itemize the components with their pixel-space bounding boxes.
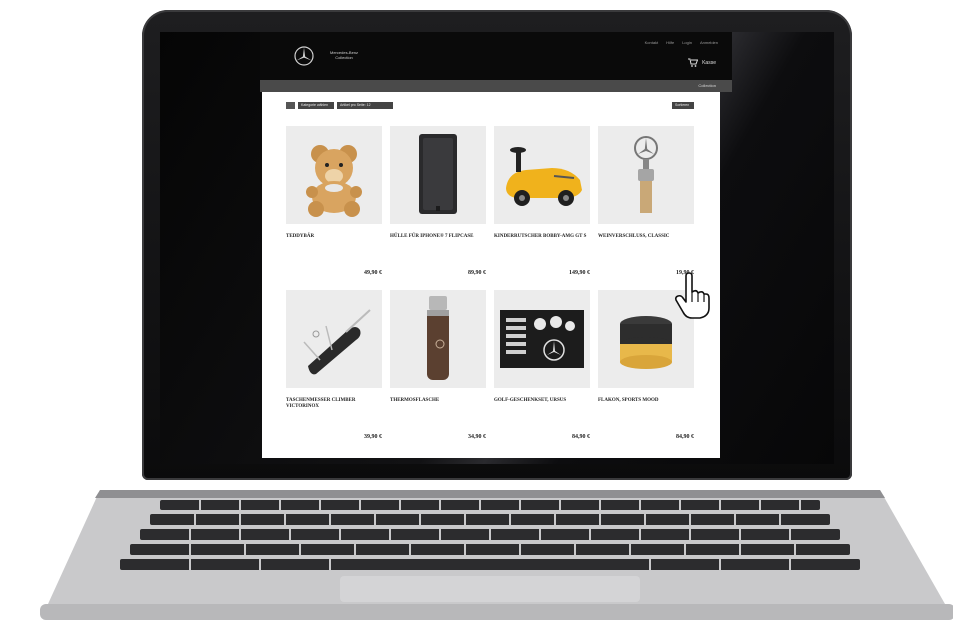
- product-name[interactable]: KINDERRUTSCHER BOBBY-AMG GT S: [494, 234, 590, 248]
- laptop-screen: Mercedes-Benz Collection Kontakt Hilfe L…: [160, 32, 834, 464]
- cart-label: Kasse: [702, 59, 716, 66]
- product-listing-page: Kategorie wählen Artikel pro Seite: 12 S…: [262, 92, 720, 458]
- product-price: 39,90 €: [364, 434, 382, 440]
- site-header: Mercedes-Benz Collection Kontakt Hilfe L…: [260, 32, 732, 80]
- category-filter[interactable]: Kategorie wählen: [298, 102, 334, 109]
- product-name[interactable]: HÜLLE FÜR iPhone® 7 FLIPCASE: [390, 234, 486, 248]
- cart-icon: [688, 58, 699, 67]
- product-price: 84,90 €: [572, 434, 590, 440]
- top-link-contact[interactable]: Kontakt: [645, 40, 659, 45]
- items-per-page-filter[interactable]: Artikel pro Seite: 12: [337, 102, 393, 109]
- product-price: 149,90 €: [569, 270, 590, 276]
- product-name[interactable]: TEDDYBÄR: [286, 234, 382, 248]
- product-price: 89,90 €: [468, 270, 486, 276]
- mercedes-star-logo[interactable]: [294, 46, 314, 66]
- sort-select[interactable]: Sortieren: [672, 102, 694, 109]
- product-name[interactable]: GOLF-GESCHENKSET, URSUS: [494, 398, 590, 412]
- teddy-bear-icon: [306, 145, 362, 217]
- laptop-base: [40, 490, 953, 620]
- product-name[interactable]: TASCHENMESSER CLIMBER VICTORINOX: [286, 398, 382, 412]
- product-card[interactable]: HÜLLE FÜR iPhone® 7 FLIPCASE 89,90 €: [390, 126, 486, 276]
- top-link-register[interactable]: Anmelden: [700, 40, 718, 45]
- trackpad: [340, 576, 640, 602]
- golf-set-icon: [500, 310, 584, 368]
- pocket-knife-icon: [303, 309, 371, 375]
- phone-case-icon: [419, 134, 457, 214]
- top-links: Kontakt Hilfe Login Anmelden: [645, 40, 718, 45]
- cart-button[interactable]: Kasse: [688, 58, 716, 67]
- product-price: 49,90 €: [364, 270, 382, 276]
- hand-cursor-icon: [674, 272, 710, 319]
- wine-stopper-icon: [634, 136, 658, 213]
- brand-subtitle: Collection: [335, 55, 353, 60]
- product-card[interactable]: TEDDYBÄR 49,90 €: [286, 126, 382, 276]
- product-price: 84,90 €: [676, 434, 694, 440]
- product-image[interactable]: [598, 126, 694, 224]
- product-image[interactable]: [286, 126, 382, 224]
- grid-view-toggle[interactable]: [286, 102, 295, 109]
- nav-item-collection[interactable]: Collection: [698, 83, 716, 88]
- product-card[interactable]: GOLF-GESCHENKSET, URSUS 84,90 €: [494, 290, 590, 440]
- product-name[interactable]: FLAKON, SPORTS MOOD: [598, 398, 694, 412]
- product-price: 34,90 €: [468, 434, 486, 440]
- product-card[interactable]: KINDERRUTSCHER BOBBY-AMG GT S 149,90 €: [494, 126, 590, 276]
- nav-bar: Collection: [260, 80, 732, 92]
- product-card[interactable]: TASCHENMESSER CLIMBER VICTORINOX 39,90 €: [286, 290, 382, 440]
- product-name[interactable]: THERMOSFLASCHE: [390, 398, 486, 412]
- brand-name: Mercedes-Benz Collection: [330, 50, 358, 60]
- top-link-login[interactable]: Login: [682, 40, 692, 45]
- toy-car-icon: [506, 147, 582, 206]
- product-image[interactable]: [390, 290, 486, 388]
- product-name[interactable]: WEINVERSCHLUSS, CLASSIC: [598, 234, 694, 248]
- product-card[interactable]: WEINVERSCHLUSS, CLASSIC 19,90 €: [598, 126, 694, 276]
- product-image[interactable]: [494, 126, 590, 224]
- thermos-icon: [427, 296, 449, 380]
- top-link-help[interactable]: Hilfe: [666, 40, 674, 45]
- filter-bar: Kategorie wählen Artikel pro Seite: 12: [286, 102, 393, 109]
- product-card[interactable]: THERMOSFLASCHE 34,90 €: [390, 290, 486, 440]
- product-image[interactable]: [286, 290, 382, 388]
- product-image[interactable]: [390, 126, 486, 224]
- product-image[interactable]: [494, 290, 590, 388]
